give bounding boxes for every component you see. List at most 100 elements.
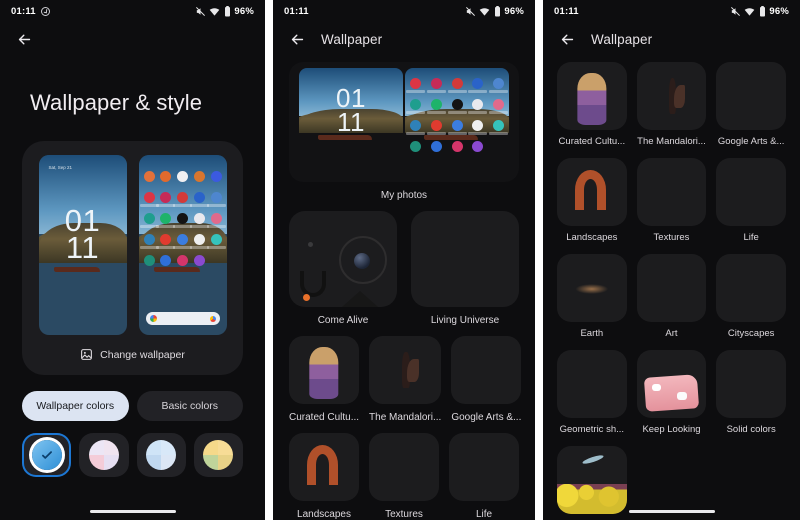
app-icon[interactable] <box>206 192 226 207</box>
app-icon[interactable] <box>177 171 188 182</box>
wallpaper-tile-google-arts[interactable]: Google Arts &... <box>716 62 786 147</box>
wallpaper-tile-art[interactable]: Art <box>636 254 707 339</box>
wallpaper-tile-geometric-shapes[interactable]: Geometric sh... <box>557 350 627 435</box>
wallpaper-tile-solid-colors[interactable]: Solid colors <box>716 350 786 435</box>
tile-thumbnail <box>636 62 707 130</box>
back-button[interactable] <box>287 29 307 49</box>
wallpaper-tile-curated-culture[interactable]: Curated Cultu... <box>557 62 627 147</box>
app-icon[interactable] <box>189 213 209 228</box>
wallpaper-tile-keep-looking[interactable]: Keep Looking <box>636 350 707 435</box>
app-icon[interactable] <box>206 234 226 249</box>
app-icon[interactable] <box>177 255 188 266</box>
back-button[interactable] <box>14 29 34 49</box>
app-bar-title: Wallpaper <box>591 31 653 47</box>
wallpaper-tile-cityscapes[interactable]: Cityscapes <box>716 254 786 339</box>
tile-label: Textures <box>653 232 690 243</box>
wifi-icon <box>480 7 490 16</box>
tile-thumbnail <box>449 433 519 501</box>
tile-thumbnail <box>451 336 522 404</box>
tile-thumbnail <box>716 350 786 418</box>
app-icon[interactable] <box>143 171 155 182</box>
clock-minutes: 11 <box>65 230 100 265</box>
panel-divider <box>535 0 543 520</box>
tile-label: Seascapes <box>557 514 627 520</box>
tile-thumbnail <box>557 62 627 130</box>
wallpaper-tile-living-universe[interactable]: Living Universe <box>411 211 519 326</box>
tile-thumbnail <box>557 158 627 226</box>
wifi-icon <box>210 7 220 16</box>
tiles-row-1: Curated Cultu... The Mandalori... Google… <box>273 326 535 423</box>
app-icon[interactable] <box>160 171 172 182</box>
wallpaper-tile-life[interactable]: Life <box>716 158 786 243</box>
google-search-bar[interactable] <box>145 312 220 325</box>
color-swatch-blue[interactable] <box>22 433 72 477</box>
wallpaper-tile-come-alive[interactable]: Come Alive <box>289 211 397 326</box>
tile-label: Life <box>743 232 759 243</box>
app-icon[interactable] <box>173 234 192 249</box>
app-icon[interactable] <box>210 171 222 182</box>
phone-screen-wallpaper-and-style: 01:11 96% Wallpaper & style Sat, Sep 21 … <box>0 0 265 520</box>
tile-thumbnail <box>557 446 627 514</box>
color-swatch-lightblue[interactable] <box>136 433 186 477</box>
segment-wallpaper-colors[interactable]: Wallpaper colors <box>22 391 129 421</box>
app-icon[interactable] <box>139 213 159 228</box>
wallpaper-tile-landscapes[interactable]: Landscapes <box>557 158 627 243</box>
app-icon[interactable] <box>156 213 176 228</box>
app-icon[interactable] <box>139 192 159 207</box>
app-icon[interactable] <box>156 192 176 207</box>
color-swatch-pink[interactable] <box>79 433 129 477</box>
status-bar: 01:11 96% <box>273 0 535 22</box>
tile-label: Google Arts &... <box>717 136 785 147</box>
alarm-icon <box>40 6 50 16</box>
app-icon[interactable] <box>206 213 226 228</box>
app-bar-title: Wallpaper <box>321 31 383 47</box>
tile-label: Google Arts &... <box>451 412 522 423</box>
change-wallpaper-button[interactable]: Change wallpaper <box>36 335 229 367</box>
app-icon[interactable] <box>160 255 172 266</box>
mute-icon <box>730 6 740 16</box>
lock-screen-date: Sat, Sep 21 <box>48 165 73 170</box>
app-icon[interactable] <box>173 213 192 228</box>
tile-label: Textures <box>385 509 423 520</box>
wallpaper-tile-life[interactable]: Life <box>449 433 519 520</box>
tile-label: Keep Looking <box>642 424 701 435</box>
wallpaper-tile-the-mandalorian[interactable]: The Mandalori... <box>636 62 707 147</box>
app-icon[interactable] <box>193 255 205 266</box>
app-icon[interactable] <box>193 171 205 182</box>
app-icon[interactable] <box>156 234 176 249</box>
wallpaper-tile-textures[interactable]: Textures <box>636 158 707 243</box>
clock-minutes: 11 <box>337 107 365 137</box>
wallpaper-preview-card[interactable]: Sat, Sep 21 01 11 Change wallpaper <box>22 141 243 375</box>
wallpaper-tile-earth[interactable]: Earth <box>557 254 627 339</box>
wallpaper-tile-google-arts[interactable]: Google Arts &... <box>451 336 522 423</box>
my-photos-home-preview <box>405 68 509 176</box>
wallpaper-tile-landscapes[interactable]: Landscapes <box>289 433 359 520</box>
app-icon[interactable] <box>173 192 192 207</box>
change-wallpaper-label: Change wallpaper <box>100 348 185 361</box>
mute-icon <box>195 6 205 16</box>
tile-label: Curated Cultu... <box>558 136 626 147</box>
tile-thumbnail <box>636 158 707 226</box>
wallpaper-tile-curated-culture[interactable]: Curated Cultu... <box>289 336 360 423</box>
app-icon[interactable] <box>139 234 159 249</box>
home-screen-preview[interactable] <box>138 155 227 335</box>
wallpaper-tile-textures[interactable]: Textures <box>369 433 439 520</box>
image-icon <box>81 349 93 360</box>
my-photos-card[interactable]: 01 11 <box>289 62 519 182</box>
app-bar <box>0 22 265 56</box>
color-swatch-yellow[interactable] <box>193 433 243 477</box>
tile-label: Geometric sh... <box>559 424 625 435</box>
app-icon[interactable] <box>189 234 209 249</box>
wallpaper-tile-seascapes[interactable]: Seascapes <box>557 446 627 520</box>
back-button[interactable] <box>557 29 577 49</box>
my-photos-label: My photos <box>380 190 428 201</box>
tile-label: Landscapes <box>566 232 618 243</box>
app-icon[interactable] <box>143 255 155 266</box>
tile-label: Life <box>475 509 493 520</box>
wallpaper-tile-the-mandalorian[interactable]: The Mandalori... <box>369 336 442 423</box>
tile-thumbnail <box>716 62 786 130</box>
lock-screen-preview[interactable]: Sat, Sep 21 01 11 <box>38 155 127 335</box>
app-icon[interactable] <box>189 192 209 207</box>
segment-basic-colors[interactable]: Basic colors <box>136 391 243 421</box>
assistant-mic-icon[interactable] <box>209 315 216 322</box>
